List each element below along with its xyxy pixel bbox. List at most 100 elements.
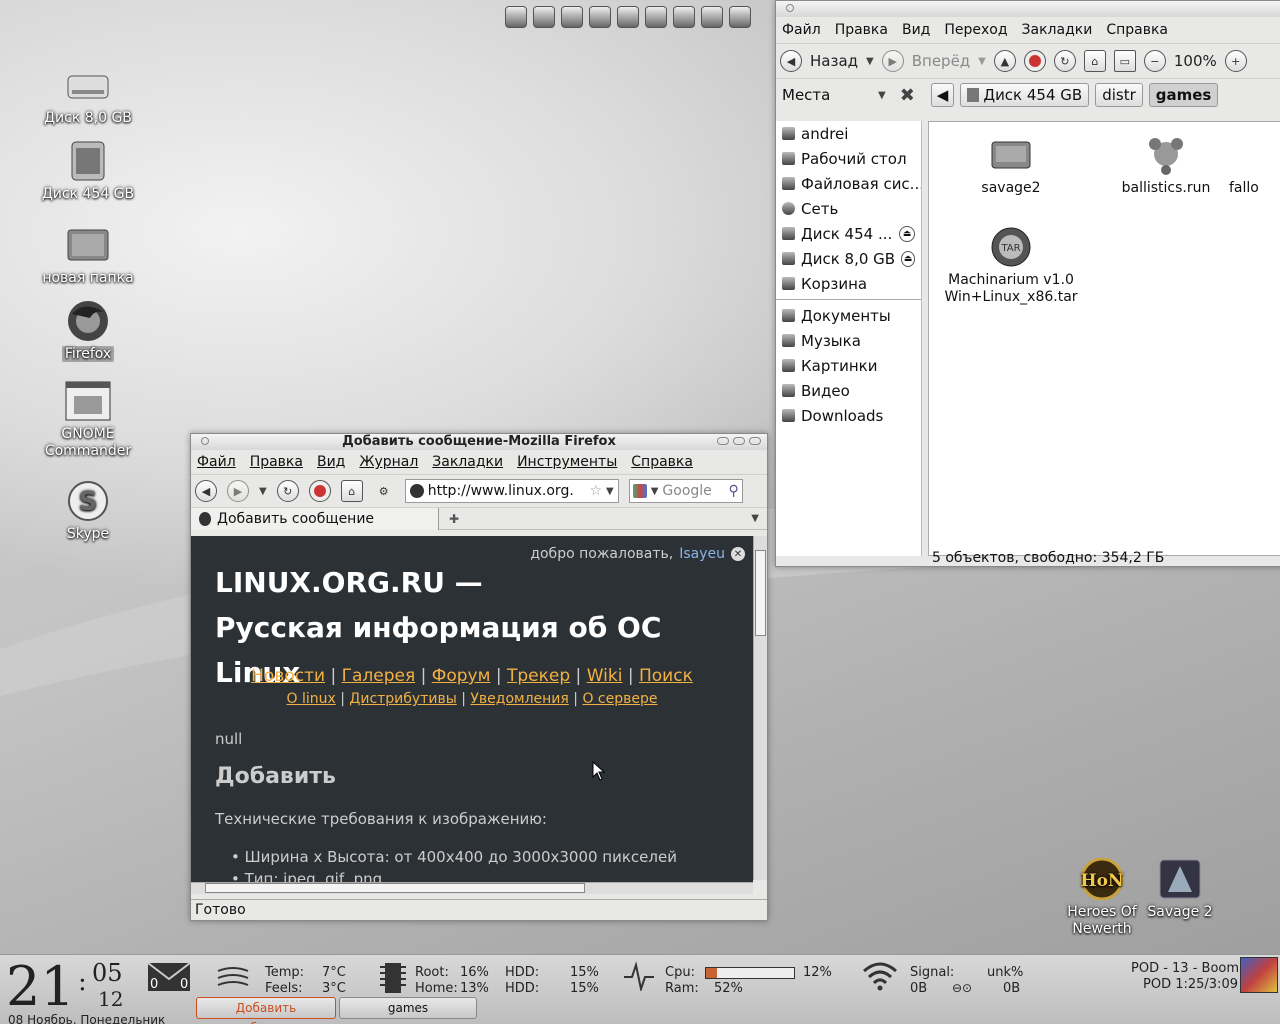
minimize-icon[interactable] [717,437,729,445]
path-button-disk[interactable]: Диск 454 GB [960,83,1090,107]
place-disk-8gb[interactable]: Диск 8,0 GB ⏏ [776,246,921,271]
forward-icon[interactable]: ▶ [227,480,249,502]
menu-edit[interactable]: Правка [250,454,303,470]
menu-view[interactable]: Вид [902,22,930,38]
forward-icon[interactable]: ▶ [881,50,904,72]
desktop-icon-savage-2[interactable]: Savage 2 [1130,858,1230,921]
reload-icon[interactable]: ↻ [1053,50,1076,72]
place-home[interactable]: andrei [776,121,921,146]
stop-icon[interactable] [308,480,331,502]
window-menu-icon[interactable] [201,437,209,445]
computer-icon[interactable]: ▭ [1113,50,1136,72]
search-icon[interactable]: ⚲ [728,483,738,499]
path-button-games[interactable]: games [1148,83,1219,107]
side-pane-selector[interactable]: Места [782,86,872,104]
nav-forum[interactable]: Форум [432,666,491,686]
search-engine-chevron-down-icon[interactable]: ▼ [651,486,659,497]
menu-go[interactable]: Переход [944,22,1007,38]
bookmark-documents[interactable]: Документы [776,303,921,328]
nav-tracker[interactable]: Трекер [507,666,570,686]
volume-icon[interactable] [673,6,695,28]
desktop-icon-gnome-commander[interactable]: GNOME Commander [38,380,138,460]
search-bar[interactable]: ▼ Google ⚲ [628,479,743,503]
tray-app-icon[interactable] [533,6,555,28]
taskbar-button-games[interactable]: games [339,997,477,1019]
file-manager-titlebar[interactable] [776,1,1280,17]
vertical-scrollbar[interactable] [753,536,767,880]
tray-app-icon[interactable] [729,6,751,28]
path-button-distr[interactable]: distr [1095,83,1143,107]
bookmark-music[interactable]: Музыка [776,328,921,353]
logout-close-icon[interactable]: ✕ [731,547,745,561]
bookmark-downloads[interactable]: Downloads [776,403,921,428]
tray-app-icon[interactable] [617,6,639,28]
file-item[interactable]: ballistics.run [1096,134,1236,197]
menu-help[interactable]: Справка [631,454,693,470]
firefox-titlebar[interactable]: Добавить сообщение-Mozilla Firefox [191,434,767,450]
nav-about-server[interactable]: О сервере [582,691,657,707]
bookmark-star-icon[interactable]: ☆ [589,483,602,499]
search-engine-icon[interactable] [632,484,647,498]
home-icon[interactable]: ⌂ [340,480,363,502]
desktop-icon-firefox[interactable]: Firefox [38,300,138,363]
menu-help[interactable]: Справка [1106,22,1168,38]
place-disk-454[interactable]: Диск 454 ... ⏏ [776,221,921,246]
tray-app-icon[interactable] [589,6,611,28]
place-filesystem[interactable]: Файловая сис... [776,171,921,196]
url-input[interactable]: http://www.linux.org. [428,483,586,499]
tray-app-icon[interactable] [561,6,583,28]
eject-icon[interactable]: ⏏ [899,225,915,242]
horizontal-scrollbar-thumb[interactable] [205,883,585,893]
forward-button[interactable]: Вперёд [912,52,970,70]
maximize-icon[interactable] [733,437,745,445]
history-chevron-down-icon[interactable]: ▼ [259,486,267,497]
bookmark-pictures[interactable]: Картинки [776,353,921,378]
side-pane-chevron-down-icon[interactable]: ▼ [878,90,886,101]
desktop-icon-drive-8gb[interactable]: Диск 8,0 GB [38,64,138,127]
nav-distros[interactable]: Дистрибутивы [349,691,456,707]
bookmark-videos[interactable]: Видео [776,378,921,403]
menu-tools[interactable]: Инструменты [517,454,617,470]
file-item[interactable]: TAR Machinarium v1.0 Win+Linux_x86.tar [941,226,1081,306]
path-left-arrow-icon[interactable]: ◀ [930,83,955,107]
back-icon[interactable]: ◀ [195,480,217,502]
zoom-out-icon[interactable]: − [1143,50,1166,72]
wifi-icon[interactable] [862,961,898,991]
nav-news[interactable]: Новости [251,666,325,686]
desktop-icon-skype[interactable]: S Skype [38,480,138,543]
menu-file[interactable]: Файл [197,454,236,470]
stop-icon[interactable] [1023,50,1046,72]
url-history-chevron-down-icon[interactable]: ▼ [606,486,614,497]
up-icon[interactable]: ▲ [993,50,1016,72]
menu-bookmarks[interactable]: Закладки [1022,22,1093,38]
close-side-pane-icon[interactable]: ✖ [900,85,915,106]
tab-add-message[interactable]: Добавить сообщение [191,507,439,530]
search-input[interactable]: Google [662,483,724,499]
menu-bookmarks[interactable]: Закладки [432,454,503,470]
close-icon[interactable] [749,437,761,445]
taskbar-button-firefox[interactable]: Добавить сообщени... [196,997,336,1024]
tray-app-icon[interactable] [645,6,667,28]
nav-gallery[interactable]: Галерея [342,666,416,686]
reload-icon[interactable]: ↻ [276,480,299,502]
menu-view[interactable]: Вид [317,454,345,470]
back-button[interactable]: Назад [810,52,858,70]
zoom-in-icon[interactable]: + [1224,50,1247,72]
url-bar[interactable]: http://www.linux.org. ☆ ▼ [404,479,619,503]
desktop-icon-new-folder[interactable]: новая папка [38,224,138,287]
new-tab-icon[interactable]: ✚ [449,512,459,526]
tab-list-chevron-down-icon[interactable]: ▼ [751,513,759,524]
menu-file[interactable]: Файл [782,22,821,38]
vertical-scrollbar-thumb[interactable] [755,550,766,636]
place-desktop[interactable]: Рабочий стол [776,146,921,171]
nav-about-linux[interactable]: О linux [287,691,336,707]
place-trash[interactable]: Корзина [776,271,921,296]
file-item[interactable]: savage2 [941,134,1081,197]
menu-edit[interactable]: Правка [835,22,888,38]
tray-app-icon[interactable] [505,6,527,28]
home-icon[interactable]: ⌂ [1083,50,1106,72]
menu-history[interactable]: Журнал [359,454,418,470]
extension-icon[interactable]: ⚙ [373,480,395,502]
place-network[interactable]: Сеть [776,196,921,221]
forward-history-chevron-icon[interactable]: ▼ [978,56,986,67]
